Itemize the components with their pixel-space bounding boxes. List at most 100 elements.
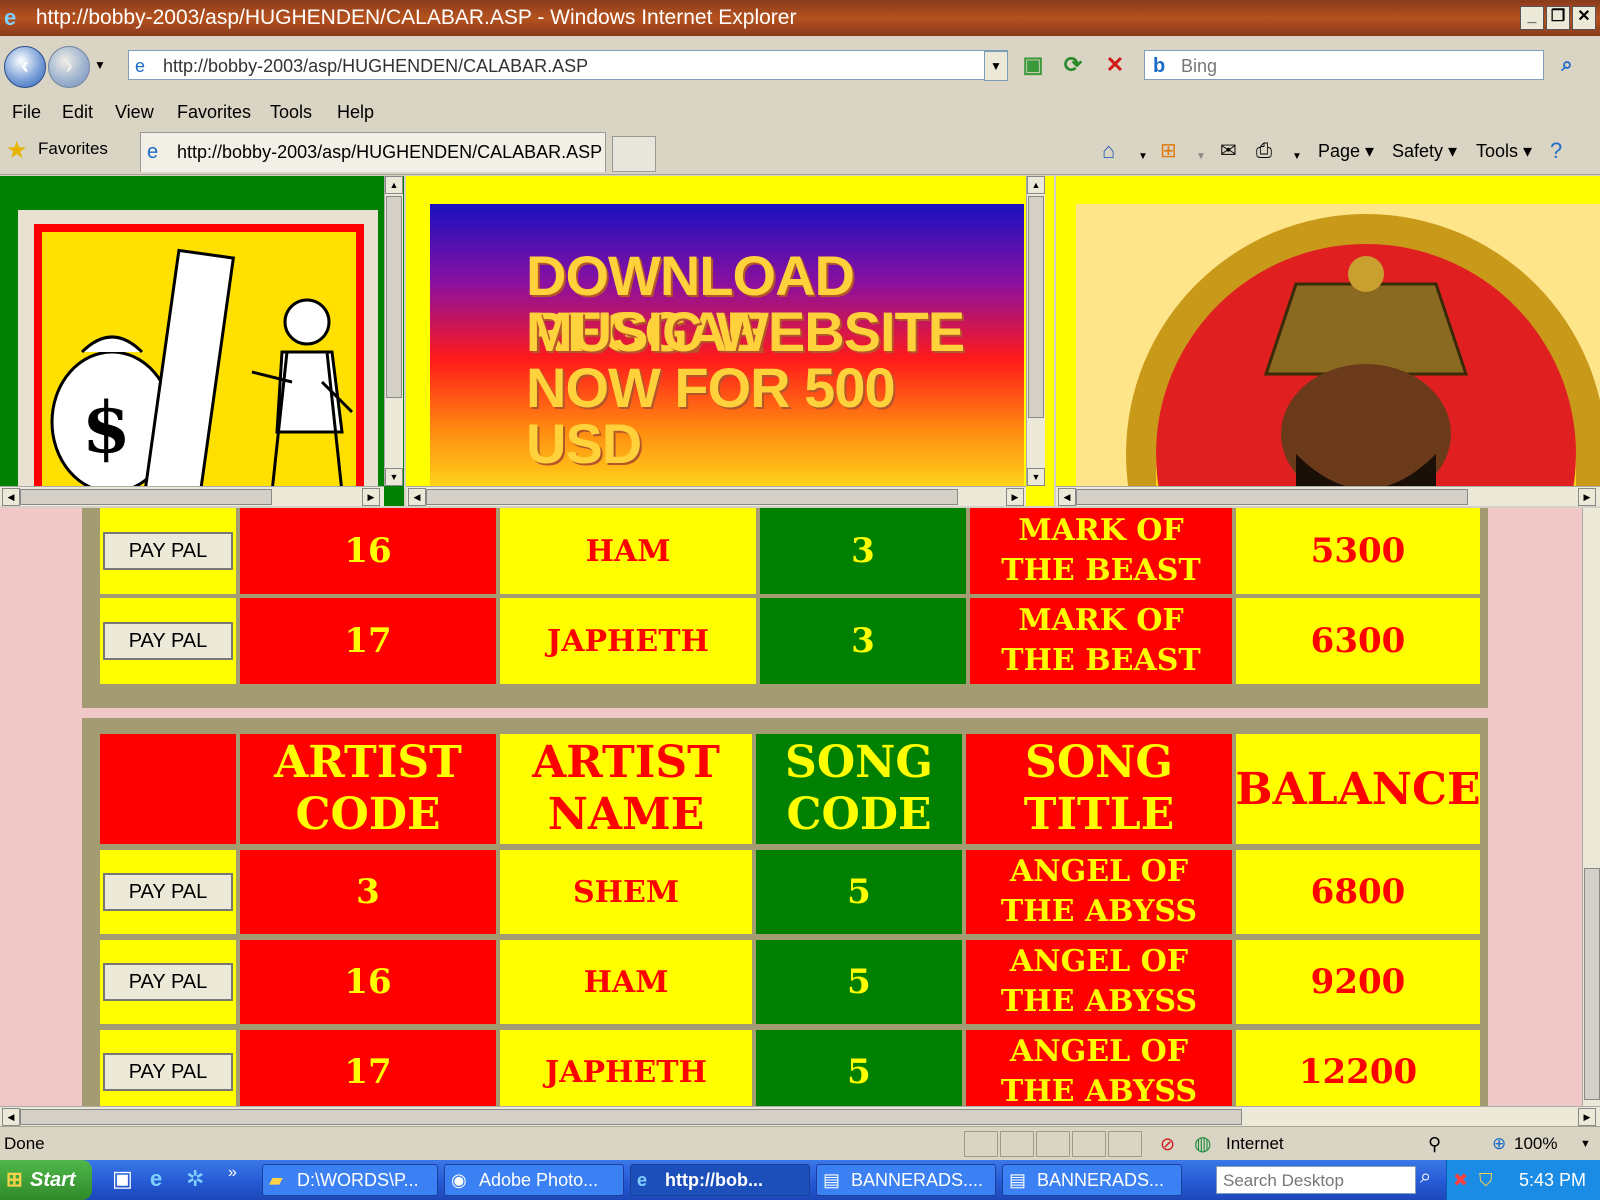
search-icon[interactable]: ⌕ <box>1552 50 1582 80</box>
scroll-right-arrow-icon[interactable]: ▶ <box>362 488 380 506</box>
back-button[interactable]: ‹ <box>4 46 46 88</box>
favorites-star-icon[interactable]: ★ <box>6 136 28 165</box>
window-title: http://bobby-2003/asp/HUGHENDEN/CALABAR.… <box>35 6 797 29</box>
help-icon[interactable]: ? <box>1550 138 1562 164</box>
scroll-thumb[interactable] <box>20 489 272 505</box>
status-text: Done <box>4 1134 45 1153</box>
ie-logo-icon: e <box>4 5 17 31</box>
left-image-border: $ <box>18 210 378 494</box>
clock[interactable]: 5:43 PM <box>1519 1160 1586 1200</box>
browser-tab[interactable]: e http://bobby-2003/asp/HUGHENDEN/CALABA… <box>140 132 606 172</box>
task-photoshop[interactable]: ◉ Adobe Photo... <box>444 1164 624 1196</box>
artist-name-cell: JAPHETH <box>500 1030 752 1108</box>
task-ie-window[interactable]: e http://bob... <box>630 1164 810 1196</box>
minimize-button[interactable]: _ <box>1520 6 1544 30</box>
paypal-button[interactable]: PAY PAL <box>103 873 233 911</box>
protected-mode-icon[interactable]: ⚲ <box>1428 1127 1441 1161</box>
status-panel <box>1036 1131 1070 1157</box>
menu-favorites[interactable]: Favorites <box>177 96 251 128</box>
desktop-search-icon[interactable]: ⌕ <box>1420 1166 1431 1189</box>
paypal-button[interactable]: PAY PAL <box>103 963 233 1001</box>
scroll-thumb[interactable] <box>426 489 958 505</box>
close-window-button[interactable]: ✕ <box>1572 6 1596 30</box>
feeds-dropdown-icon[interactable]: ▼ <box>1196 144 1206 170</box>
song-title-line: MARK OF <box>1018 603 1184 638</box>
history-dropdown-icon[interactable]: ▼ <box>94 58 106 72</box>
menu-edit[interactable]: Edit <box>62 96 93 128</box>
print-dropdown-icon[interactable]: ▼ <box>1292 144 1302 170</box>
page-menu[interactable]: Page ▾ <box>1318 138 1374 164</box>
forward-button[interactable]: › <box>48 46 90 88</box>
middle-frame-hscrollbar[interactable]: ◀ ▶ <box>406 486 1026 506</box>
scroll-left-arrow-icon[interactable]: ◀ <box>1058 488 1076 506</box>
scroll-left-arrow-icon[interactable]: ◀ <box>2 488 20 506</box>
scroll-right-arrow-icon[interactable]: ▶ <box>1578 1108 1596 1126</box>
network-icon[interactable]: ✖ <box>1453 1160 1468 1200</box>
scroll-left-arrow-icon[interactable]: ◀ <box>2 1108 20 1126</box>
scroll-thumb[interactable] <box>1076 489 1468 505</box>
restore-button[interactable]: ❐ <box>1546 6 1570 30</box>
desktop-search-input[interactable]: Search Desktop <box>1216 1166 1416 1194</box>
ie-quicklaunch-icon[interactable]: e <box>150 1166 162 1192</box>
balance-cell: 9200 <box>1236 940 1480 1024</box>
menu-help[interactable]: Help <box>337 96 374 128</box>
scroll-thumb[interactable] <box>1584 868 1600 1100</box>
read-mail-icon[interactable]: ✉ <box>1220 138 1237 164</box>
page-hscrollbar[interactable]: ◀ ▶ <box>0 1106 1600 1127</box>
right-frame-hscrollbar[interactable]: ◀ ▶ <box>1056 486 1600 506</box>
zoom-icon[interactable]: ⊕ <box>1492 1127 1506 1161</box>
scroll-right-arrow-icon[interactable]: ▶ <box>1578 488 1596 506</box>
favorites-label[interactable]: Favorites <box>38 139 108 159</box>
task-bannerads-1[interactable]: ▤ BANNERADS.... <box>816 1164 996 1196</box>
menu-file[interactable]: File <box>12 96 41 128</box>
scroll-thumb[interactable] <box>20 1109 1242 1125</box>
header-empty-cell <box>100 734 236 844</box>
refresh-icon[interactable]: ⟳ <box>1058 50 1088 80</box>
window-title-bar[interactable]: e http://bobby-2003/asp/HUGHENDEN/CALABA… <box>0 0 1600 36</box>
artist-code-cell: 16 <box>240 508 496 594</box>
scroll-down-arrow-icon[interactable]: ▼ <box>1027 468 1045 486</box>
scroll-thumb[interactable] <box>1028 196 1044 418</box>
search-input[interactable]: b Bing <box>1144 50 1544 80</box>
artist-code-cell: 16 <box>240 940 496 1024</box>
security-shield-icon[interactable]: ⛉ <box>1479 1160 1493 1200</box>
zoom-level[interactable]: 100% <box>1514 1127 1557 1161</box>
address-input[interactable]: e http://bobby-2003/asp/HUGHENDEN/CALABA… <box>128 50 1008 80</box>
scroll-left-arrow-icon[interactable]: ◀ <box>408 488 426 506</box>
show-desktop-icon[interactable]: ▣ <box>112 1166 133 1192</box>
scroll-down-arrow-icon[interactable]: ▼ <box>385 468 403 486</box>
feeds-icon[interactable]: ⊞ <box>1160 138 1177 164</box>
home-icon[interactable]: ⌂ <box>1102 138 1115 164</box>
paypal-button[interactable]: PAY PAL <box>103 622 233 660</box>
safety-menu[interactable]: Safety ▾ <box>1392 138 1457 164</box>
start-button[interactable]: ⊞ Start <box>0 1160 92 1200</box>
page-vscrollbar[interactable] <box>1582 508 1600 1108</box>
search-placeholder: Bing <box>1181 56 1218 76</box>
task-bannerads-2[interactable]: ▤ BANNERADS... <box>1002 1164 1182 1196</box>
stop-icon[interactable]: ✕ <box>1100 50 1130 80</box>
popup-blocked-icon[interactable]: ⊘ <box>1160 1127 1175 1161</box>
paypal-button[interactable]: PAY PAL <box>103 1053 233 1091</box>
menu-view[interactable]: View <box>115 96 154 128</box>
task-explorer[interactable]: ▰ D:\WORDS\P... <box>262 1164 438 1196</box>
scroll-up-arrow-icon[interactable]: ▲ <box>385 176 403 194</box>
menu-tools[interactable]: Tools <box>270 96 312 128</box>
home-dropdown-icon[interactable]: ▼ <box>1138 144 1148 170</box>
left-frame-hscrollbar[interactable]: ◀ ▶ <box>0 486 384 506</box>
scroll-right-arrow-icon[interactable]: ▶ <box>1006 488 1024 506</box>
print-icon[interactable]: ⎙ <box>1256 138 1272 164</box>
middle-frame-vscrollbar[interactable]: ▲ ▼ <box>1026 176 1045 486</box>
compatibility-view-icon[interactable]: ▣ <box>1018 50 1048 80</box>
paypal-button[interactable]: PAY PAL <box>103 532 233 570</box>
more-quicklaunch-icon[interactable]: » <box>228 1164 237 1182</box>
address-dropdown-button[interactable]: ▼ <box>984 51 1008 81</box>
new-tab-button[interactable] <box>612 136 656 172</box>
task-label: D:\WORDS\P... <box>297 1170 419 1190</box>
left-frame-vscrollbar[interactable]: ▲ ▼ <box>384 176 403 486</box>
media-quicklaunch-icon[interactable]: ✲ <box>186 1166 204 1192</box>
tools-menu[interactable]: Tools ▾ <box>1476 138 1532 164</box>
reggae-banner[interactable]: DOWNLOAD REGGAE MUSIC WEBSITE NOW FOR 50… <box>430 204 1024 486</box>
zoom-dropdown-icon[interactable]: ▼ <box>1580 1127 1591 1161</box>
scroll-up-arrow-icon[interactable]: ▲ <box>1027 176 1045 194</box>
scroll-thumb[interactable] <box>386 196 402 398</box>
